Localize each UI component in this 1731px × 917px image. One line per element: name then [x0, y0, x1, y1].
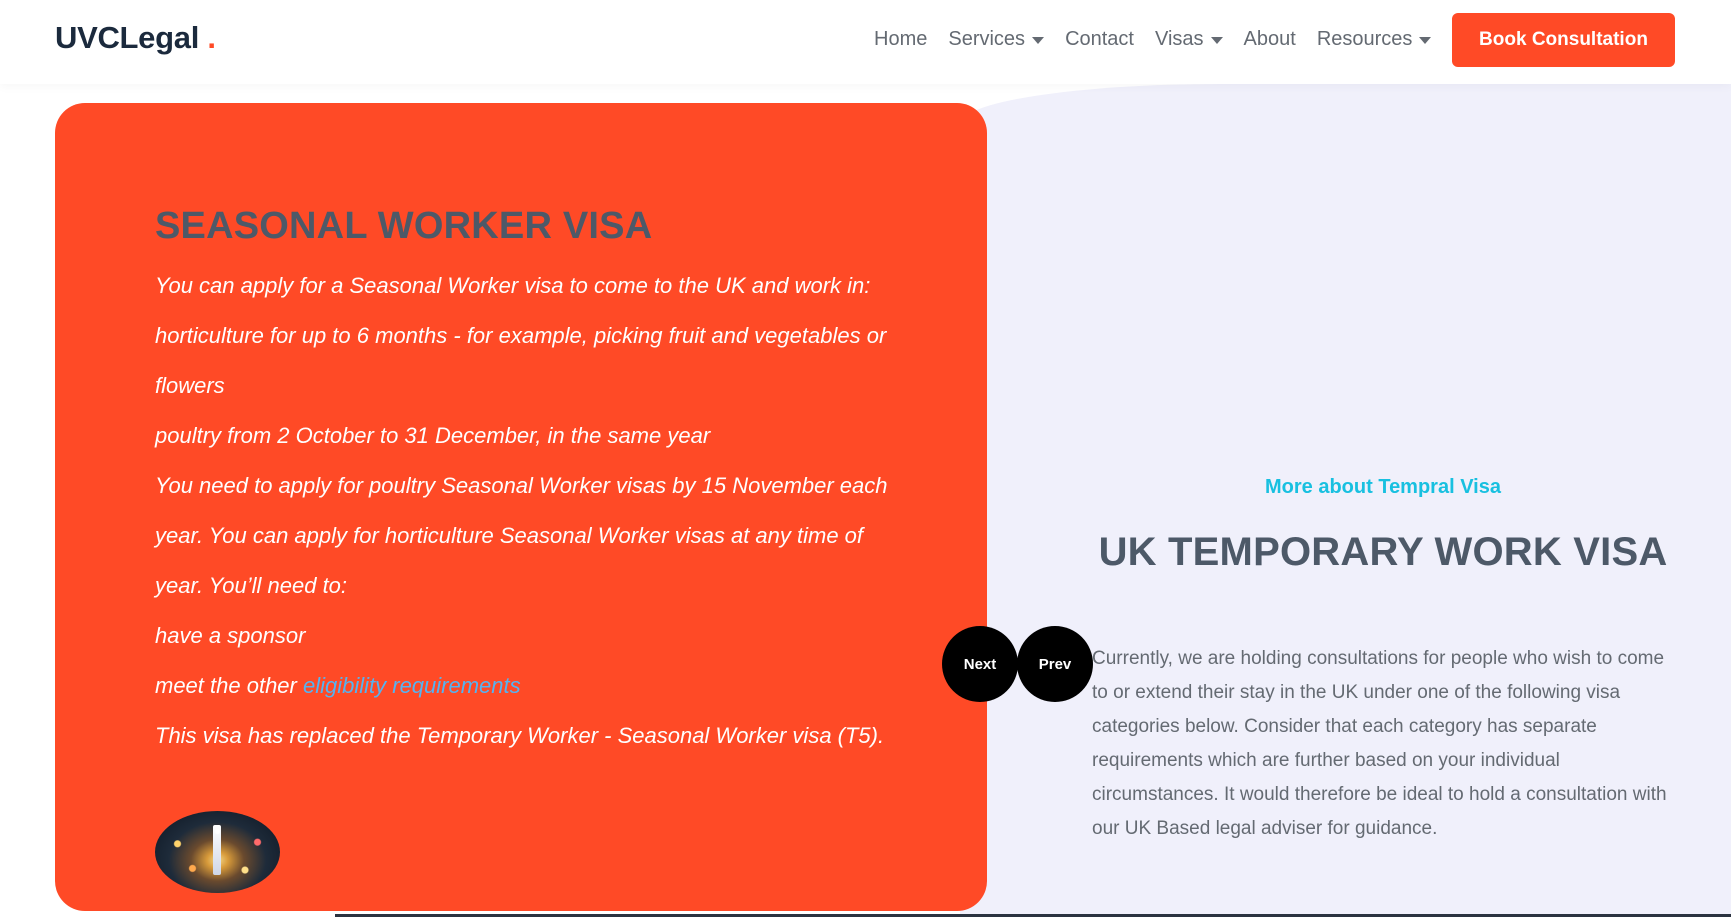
nav-item-label: Visas: [1155, 28, 1204, 50]
section-paragraph: Currently, we are holding consultations …: [1092, 648, 1667, 839]
card-line: You can apply for a Seasonal Worker visa…: [155, 273, 871, 298]
card-title: SEASONAL WORKER VISA: [155, 205, 653, 247]
card-line: have a sponsor: [155, 623, 306, 648]
nav-item-about[interactable]: About: [1244, 28, 1296, 51]
site-logo[interactable]: UVCLegal .: [55, 20, 216, 56]
prev-button[interactable]: Prev: [1017, 626, 1093, 702]
card-line: This visa has replaced the Temporary Wor…: [155, 723, 885, 748]
nav-item-resources[interactable]: Resources: [1317, 28, 1432, 51]
logo-dot: .: [207, 20, 216, 55]
nav-item-contact[interactable]: Contact: [1065, 28, 1134, 51]
nav-item-label: Home: [874, 28, 928, 50]
card-line: You need to apply for poultry Seasonal W…: [155, 473, 888, 498]
nav-item-services[interactable]: Services: [948, 28, 1045, 51]
nav-item-label: Contact: [1065, 28, 1134, 50]
nav-item-label: Services: [948, 28, 1026, 50]
card-line: year. You’ll need to:: [155, 573, 348, 598]
eligibility-requirements-link[interactable]: eligibility requirements: [303, 673, 521, 698]
card-line: year. You can apply for horticulture Sea…: [155, 523, 864, 548]
nav-item-label: About: [1243, 28, 1296, 50]
section-eyebrow: More about Tempral Visa: [1265, 476, 1501, 498]
seasonal-worker-visa-card: SEASONAL WORKER VISA You can apply for a…: [55, 103, 987, 911]
logo-text: UVCLegal: [55, 20, 200, 55]
card-line: horticulture for up to 6 months - for ex…: [155, 323, 887, 348]
eligibility-prefix: meet the other: [155, 673, 303, 698]
next-button[interactable]: Next: [942, 626, 1018, 702]
nav-item-label: Resources: [1316, 28, 1413, 50]
caret-down-icon: [1210, 37, 1223, 44]
nav-item-home[interactable]: Home: [874, 28, 927, 51]
caret-down-icon: [1032, 37, 1045, 44]
site-header: UVCLegal . Home Services Contact Visas A…: [0, 0, 1731, 84]
main-nav: Home Services Contact Visas About Resour…: [874, 28, 1452, 51]
city-night-image: [155, 811, 280, 893]
nav-item-visas[interactable]: Visas: [1155, 28, 1223, 51]
caret-down-icon: [1419, 37, 1432, 44]
card-line: flowers: [155, 373, 225, 398]
book-consultation-button[interactable]: Book Consultation: [1452, 13, 1675, 67]
card-content: SEASONAL WORKER VISA You can apply for a…: [155, 203, 915, 761]
section-title: UK TEMPORARY WORK VISA: [1098, 530, 1668, 574]
card-line: poultry from 2 October to 31 December, i…: [155, 423, 711, 448]
page: UVCLegal . Home Services Contact Visas A…: [0, 0, 1731, 917]
eligibility-line: meet the other eligibility requirements: [155, 661, 915, 711]
